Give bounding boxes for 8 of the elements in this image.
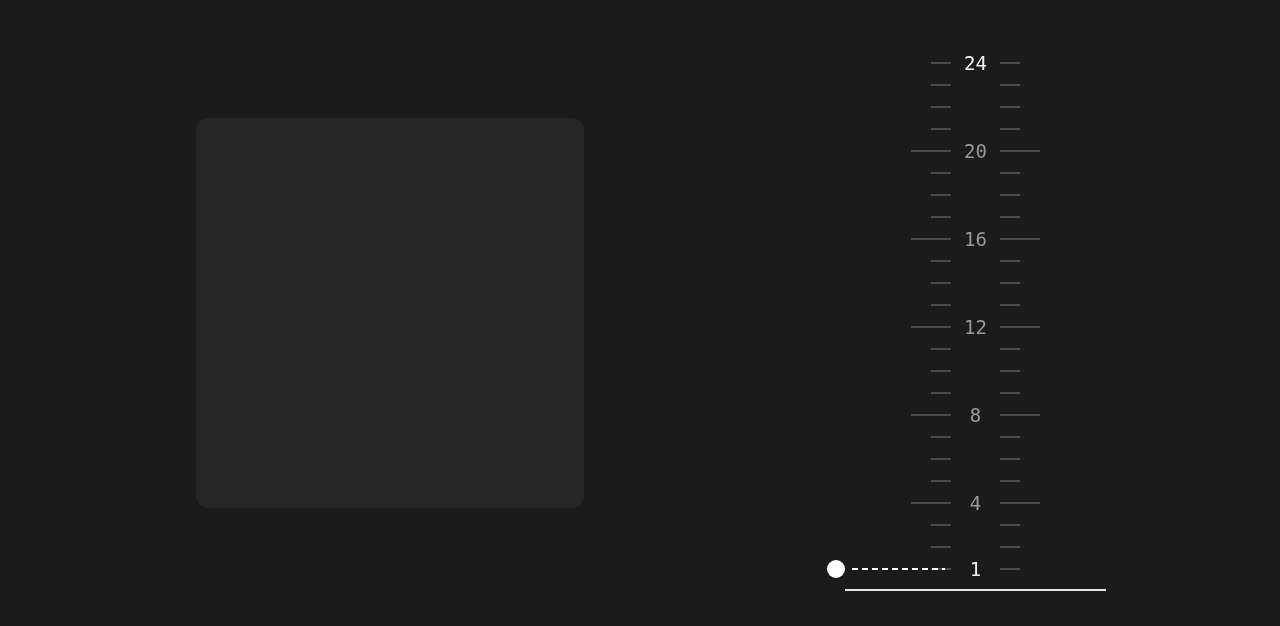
scale-label: 1 xyxy=(969,558,982,580)
slider-thumb[interactable] xyxy=(827,560,845,578)
scale-label: 16 xyxy=(964,228,987,250)
scale-label: 12 xyxy=(964,316,987,338)
scale-label: 8 xyxy=(969,404,982,426)
scale-label: 20 xyxy=(964,140,987,162)
scale-label: 24 xyxy=(964,52,987,74)
scale-label: 4 xyxy=(969,492,982,514)
